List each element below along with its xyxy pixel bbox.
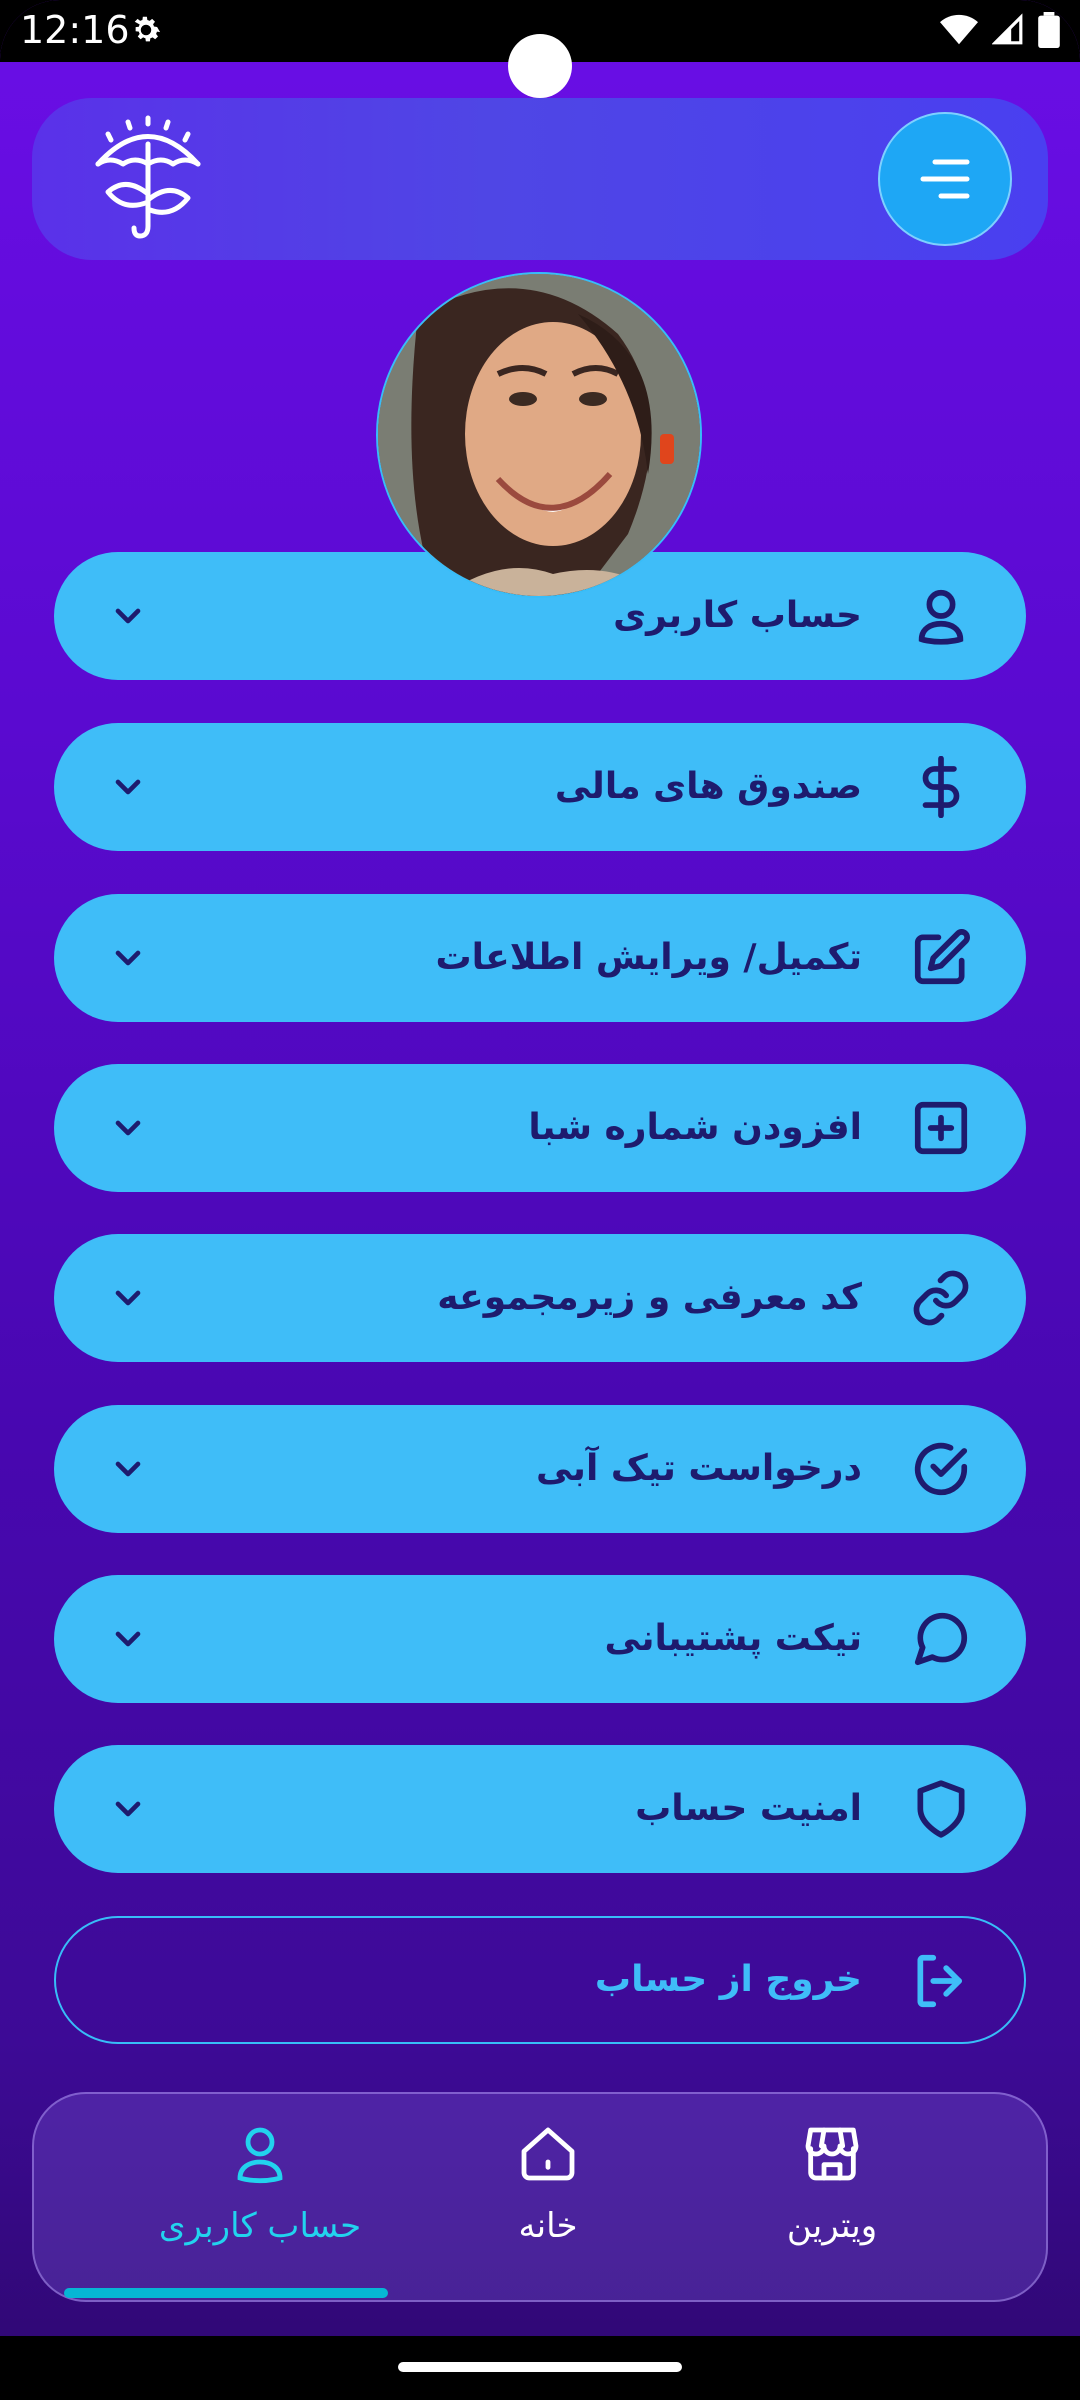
nav-item-account[interactable]: حساب کاربری — [120, 2094, 400, 2300]
chevron-down-icon[interactable] — [108, 596, 148, 636]
menu-item-support-ticket[interactable]: تیکت پشتیبانی — [54, 1575, 1026, 1703]
signal-icon — [992, 13, 1023, 45]
avatar-photo — [378, 274, 700, 596]
nav-item-home[interactable]: خانه — [408, 2094, 688, 2300]
menu-item-label: حساب کاربری — [613, 595, 862, 636]
plus-square-icon — [914, 1101, 968, 1155]
battery-icon — [1038, 12, 1060, 48]
logout-label: خروج از حساب — [594, 1959, 862, 2000]
wifi-icon — [940, 14, 978, 45]
chevron-down-icon[interactable] — [108, 767, 148, 807]
hamburger-menu-icon — [920, 159, 970, 199]
menu-item-blue-tick[interactable]: درخواست تیک آبی — [54, 1405, 1026, 1533]
nav-label: حساب کاربری — [158, 2206, 362, 2246]
camera-cutout — [508, 34, 572, 98]
chevron-down-icon[interactable] — [108, 938, 148, 978]
gesture-bar[interactable] — [398, 2362, 682, 2372]
menu-item-label: افزودن شماره شبا — [528, 1107, 862, 1148]
menu-item-security[interactable]: امنیت حساب — [54, 1745, 1026, 1873]
menu-item-label: تکمیل/ ویرایش اطلاعات — [435, 937, 862, 978]
chat-icon — [914, 1612, 968, 1666]
menu-item-edit-info[interactable]: تکمیل/ ویرایش اطلاعات — [54, 894, 1026, 1022]
shield-icon — [917, 1780, 965, 1838]
logout-icon — [917, 1954, 962, 2008]
edit-icon — [914, 929, 970, 985]
bottom-nav: حساب کاربری خانه ویترین — [32, 2092, 1048, 2302]
check-circle-icon — [914, 1442, 968, 1496]
menu-item-label: کد معرفی و زیرمجموعه — [437, 1277, 862, 1318]
user-icon — [918, 589, 964, 645]
chevron-down-icon[interactable] — [108, 1449, 148, 1489]
dollar-icon — [922, 756, 960, 818]
menu-item-label: تیکت پشتیبانی — [604, 1618, 862, 1659]
umbrella-leaf-logo-icon — [95, 115, 201, 239]
store-icon — [805, 2127, 859, 2181]
status-icons — [940, 12, 1060, 48]
menu-item-label: درخواست تیک آبی — [536, 1448, 862, 1489]
home-icon — [521, 2127, 575, 2181]
menu-button[interactable] — [878, 112, 1012, 246]
nav-label: ویترین — [786, 2206, 878, 2246]
link-icon — [913, 1270, 969, 1326]
menu-item-referral[interactable]: کد معرفی و زیرمجموعه — [54, 1234, 1026, 1362]
nav-active-indicator — [64, 2288, 388, 2298]
chevron-down-icon[interactable] — [108, 1619, 148, 1659]
settings-gear-icon — [134, 16, 161, 42]
nav-label: خانه — [518, 2206, 578, 2246]
menu-item-label: امنیت حساب — [635, 1788, 862, 1829]
chevron-down-icon[interactable] — [108, 1108, 148, 1148]
chevron-down-icon[interactable] — [108, 1789, 148, 1829]
header-bar — [32, 98, 1048, 260]
menu-item-label: صندوق های مالی — [554, 766, 862, 807]
screen: 12:16 حساب کاربری صندوق های مالی تکمیل/ … — [0, 0, 1080, 2400]
nav-item-showcase[interactable]: ویترین — [692, 2094, 972, 2300]
menu-item-add-sheba[interactable]: افزودن شماره شبا — [54, 1064, 1026, 1192]
user-icon — [237, 2127, 283, 2184]
menu-item-funds[interactable]: صندوق های مالی — [54, 723, 1026, 851]
avatar[interactable] — [376, 272, 702, 598]
logout-button[interactable]: خروج از حساب — [54, 1916, 1026, 2044]
chevron-down-icon[interactable] — [108, 1278, 148, 1318]
status-time: 12:16 — [20, 8, 130, 52]
